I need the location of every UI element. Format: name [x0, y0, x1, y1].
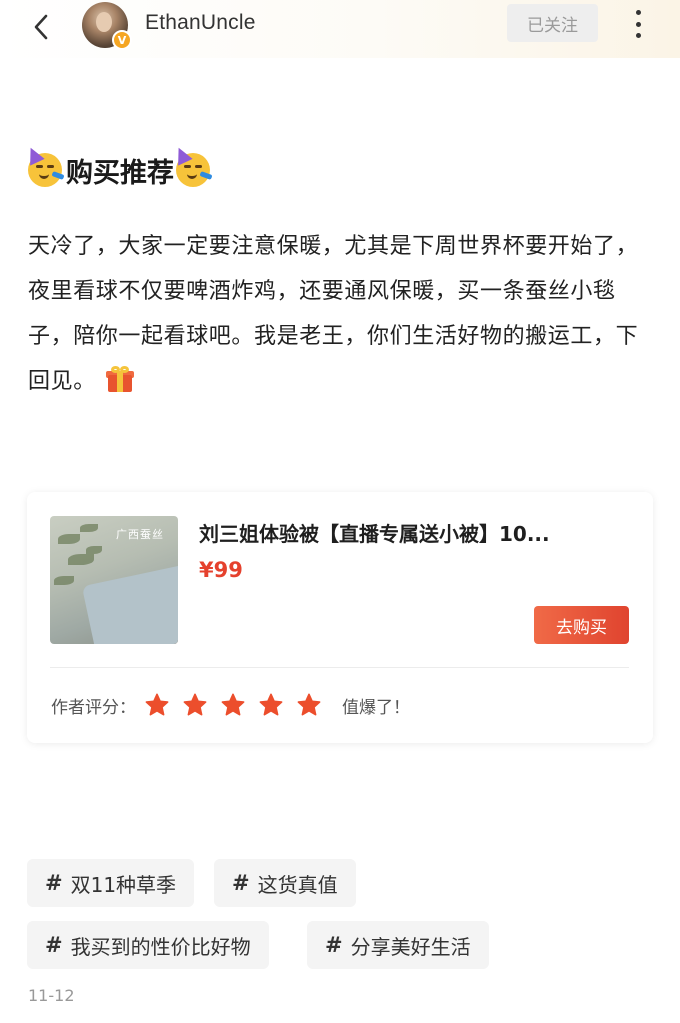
chevron-left-icon: [34, 14, 48, 40]
hashtag-icon: #: [45, 933, 63, 957]
avatar[interactable]: V: [82, 2, 132, 50]
topic-tag[interactable]: # 我买到的性价比好物: [27, 921, 269, 969]
topic-tag-label: 我买到的性价比好物: [70, 934, 251, 959]
follow-button[interactable]: 已关注: [507, 4, 598, 42]
product-image[interactable]: 广西蚕丝: [50, 516, 178, 644]
star-icon: [183, 693, 207, 716]
topic-tag-label: 双11种草季: [70, 872, 177, 897]
topic-tag[interactable]: # 双11种草季: [27, 859, 195, 907]
star-icon: [221, 693, 245, 716]
topic-tag[interactable]: # 分享美好生活: [307, 921, 489, 969]
avatar-face: [96, 12, 112, 32]
product-image-brand: 广西蚕丝: [116, 528, 164, 541]
rating-comment: 值爆了！: [342, 697, 410, 718]
star-icon: [145, 693, 169, 716]
hashtag-icon: #: [232, 871, 250, 895]
buy-button[interactable]: 去购买: [534, 606, 629, 644]
post-date: 11-12: [28, 986, 75, 1005]
divider: [50, 667, 629, 668]
rating-stars: [144, 692, 334, 718]
hashtag-icon: #: [45, 871, 63, 895]
topic-tag[interactable]: # 这货真值: [214, 859, 356, 907]
hashtag-icon: #: [325, 933, 343, 957]
more-options-button[interactable]: [624, 6, 652, 42]
star-icon: [259, 693, 283, 716]
username[interactable]: EthanUncle: [145, 11, 256, 35]
gift-emoji-icon: [105, 366, 134, 392]
partying-face-emoji-icon: [171, 144, 213, 187]
post-title-row: 购买推荐: [23, 144, 213, 190]
partying-face-emoji-icon: [23, 144, 65, 187]
verified-badge: V: [112, 30, 132, 50]
topic-tag-label: 这货真值: [257, 872, 338, 897]
back-button[interactable]: [24, 10, 58, 44]
author-rating: 作者评分： 值爆了！: [51, 690, 410, 720]
post-title: 购买推荐: [66, 157, 174, 189]
post-body: 天冷了，大家一定要注意保暖，尤其是下周世界杯要开始了，夜里看球不仅要啤酒炸鸡，还…: [28, 224, 656, 404]
product-card[interactable]: 广西蚕丝 刘三姐体验被【直播专属送小被】10... ¥99 去购买 作者评分： …: [27, 492, 653, 743]
star-icon: [297, 693, 321, 716]
product-title[interactable]: 刘三姐体验被【直播专属送小被】10...: [199, 518, 629, 547]
more-vertical-icon: [635, 10, 641, 15]
product-price: ¥99: [199, 558, 243, 582]
topic-tag-label: 分享美好生活: [350, 934, 471, 959]
rating-label: 作者评分：: [51, 697, 136, 718]
top-bar: V EthanUncle 已关注: [0, 0, 680, 58]
